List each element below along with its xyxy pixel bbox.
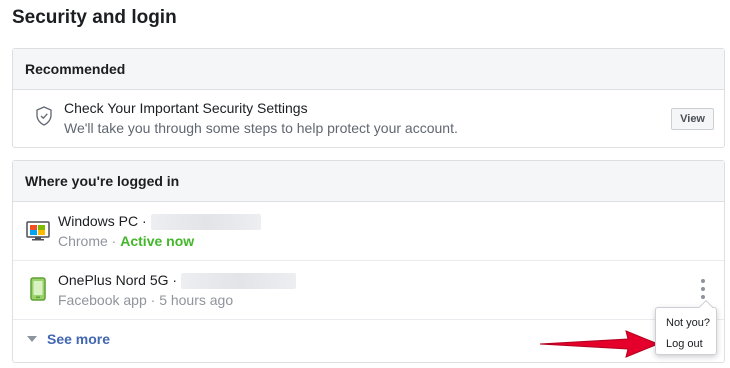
recommended-card: Recommended Check Your Important Securit… <box>12 48 725 148</box>
session-meta: Chrome · Active now <box>58 233 195 249</box>
not-you-menu-item[interactable]: Not you? <box>666 317 710 329</box>
page-title: Security and login <box>12 7 177 28</box>
device-name: Windows PC · <box>58 213 261 231</box>
see-more-link[interactable]: See more <box>27 331 110 347</box>
shield-icon <box>36 106 52 126</box>
active-status: Active now <box>120 233 195 249</box>
logged-in-header: Where you're logged in <box>13 161 724 202</box>
device-name: OnePlus Nord 5G · <box>58 272 296 290</box>
security-checkup-row[interactable]: Check Your Important Security Settings W… <box>13 90 724 148</box>
desktop-icon <box>26 221 50 241</box>
phone-icon <box>30 277 46 301</box>
redacted-location <box>150 214 261 231</box>
more-options-icon[interactable] <box>700 279 706 299</box>
security-checkup-title: Check Your Important Security Settings <box>64 100 308 116</box>
security-checkup-subtitle: We'll take you through some steps to hel… <box>64 120 458 136</box>
chevron-down-icon <box>27 336 37 342</box>
recommended-header: Recommended <box>13 49 724 90</box>
log-out-menu-item[interactable]: Log out <box>666 338 703 350</box>
session-meta: Facebook app · 5 hours ago <box>58 292 234 308</box>
session-row: Windows PC · Chrome · Active now <box>13 202 724 261</box>
redacted-location <box>180 273 296 290</box>
session-options-menu: Not you? Log out <box>655 299 717 355</box>
session-row: OnePlus Nord 5G · Facebook app · 5 hours… <box>13 261 724 320</box>
view-button[interactable]: View <box>671 108 714 130</box>
red-arrow-annotation <box>540 330 660 358</box>
